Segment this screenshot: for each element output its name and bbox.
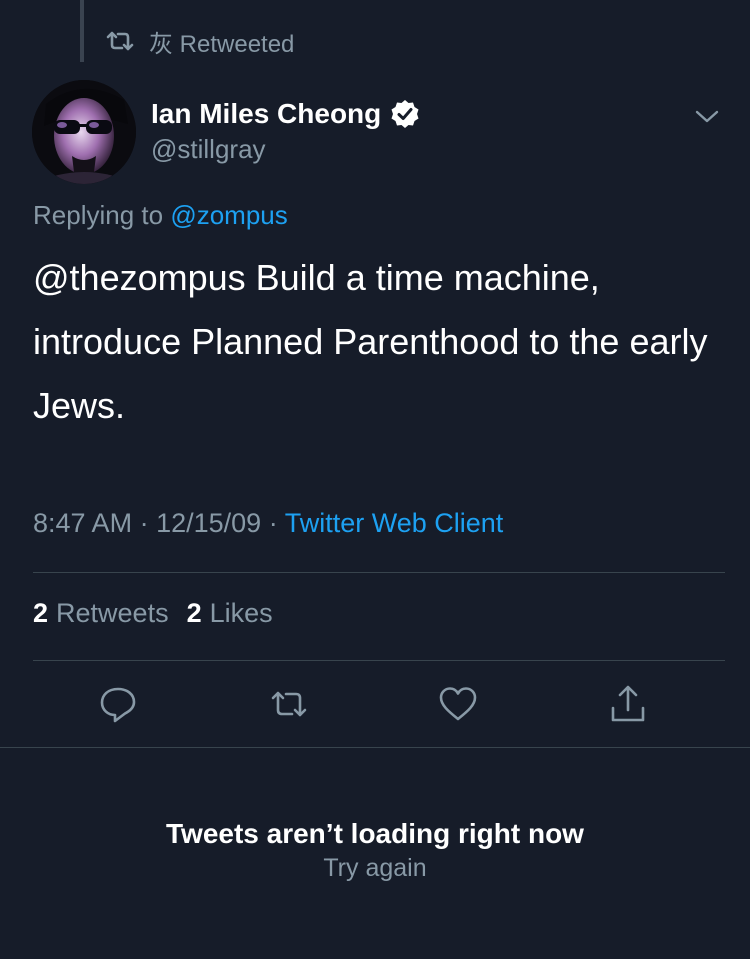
tweet-actions (0, 684, 750, 728)
likes-label: Likes (209, 598, 273, 628)
retweet-banner-text: 灰 Retweeted (149, 30, 295, 58)
error-message: Tweets aren’t loading right now (166, 818, 584, 849)
tweet-date: 12/15/09 (156, 508, 262, 538)
reply-button[interactable] (98, 684, 138, 724)
replying-to-mention[interactable]: @zompus (170, 200, 287, 230)
verified-badge-icon (391, 100, 419, 128)
chevron-down-icon[interactable] (694, 106, 720, 126)
reply-icon (100, 687, 136, 723)
divider (33, 660, 725, 661)
meta-separator: · (268, 508, 278, 538)
retweet-banner: 灰 Retweeted (105, 26, 295, 58)
tweet-stats: 2 Retweets 2 Likes (33, 598, 291, 629)
tweet-time: 8:47 AM (33, 508, 133, 538)
tweet-text: @thezompus Build a time machine, introdu… (33, 257, 708, 426)
tweet-client-link[interactable]: Twitter Web Client (285, 508, 504, 538)
author-handle[interactable]: @stillgray (151, 134, 420, 165)
tweet-header: Ian Miles Cheong @stillgray (32, 80, 732, 190)
retweets-stat[interactable]: 2 Retweets (33, 598, 169, 629)
likes-count: 2 (186, 598, 202, 628)
replying-to: Replying to @zompus (33, 200, 288, 231)
share-icon (611, 685, 645, 722)
retweet-button[interactable] (269, 684, 309, 724)
replying-to-label: Replying to (33, 200, 164, 230)
meta-separator: · (139, 508, 149, 538)
author-display-name[interactable]: Ian Miles Cheong (151, 98, 381, 130)
retweets-count: 2 (33, 598, 49, 628)
tweet-meta: 8:47 AM · 12/15/09 · Twitter Web Client (33, 508, 503, 539)
retweet-icon (271, 691, 307, 717)
like-button[interactable] (438, 684, 478, 724)
divider (33, 572, 725, 573)
like-icon (439, 687, 477, 721)
retweets-label: Retweets (56, 598, 169, 628)
likes-stat[interactable]: 2 Likes (187, 598, 273, 629)
share-button[interactable] (608, 684, 648, 724)
avatar[interactable] (32, 80, 136, 184)
try-again-link[interactable]: Try again (0, 854, 750, 883)
section-divider (0, 747, 750, 748)
retweet-icon (106, 31, 134, 51)
thread-line (80, 0, 84, 62)
